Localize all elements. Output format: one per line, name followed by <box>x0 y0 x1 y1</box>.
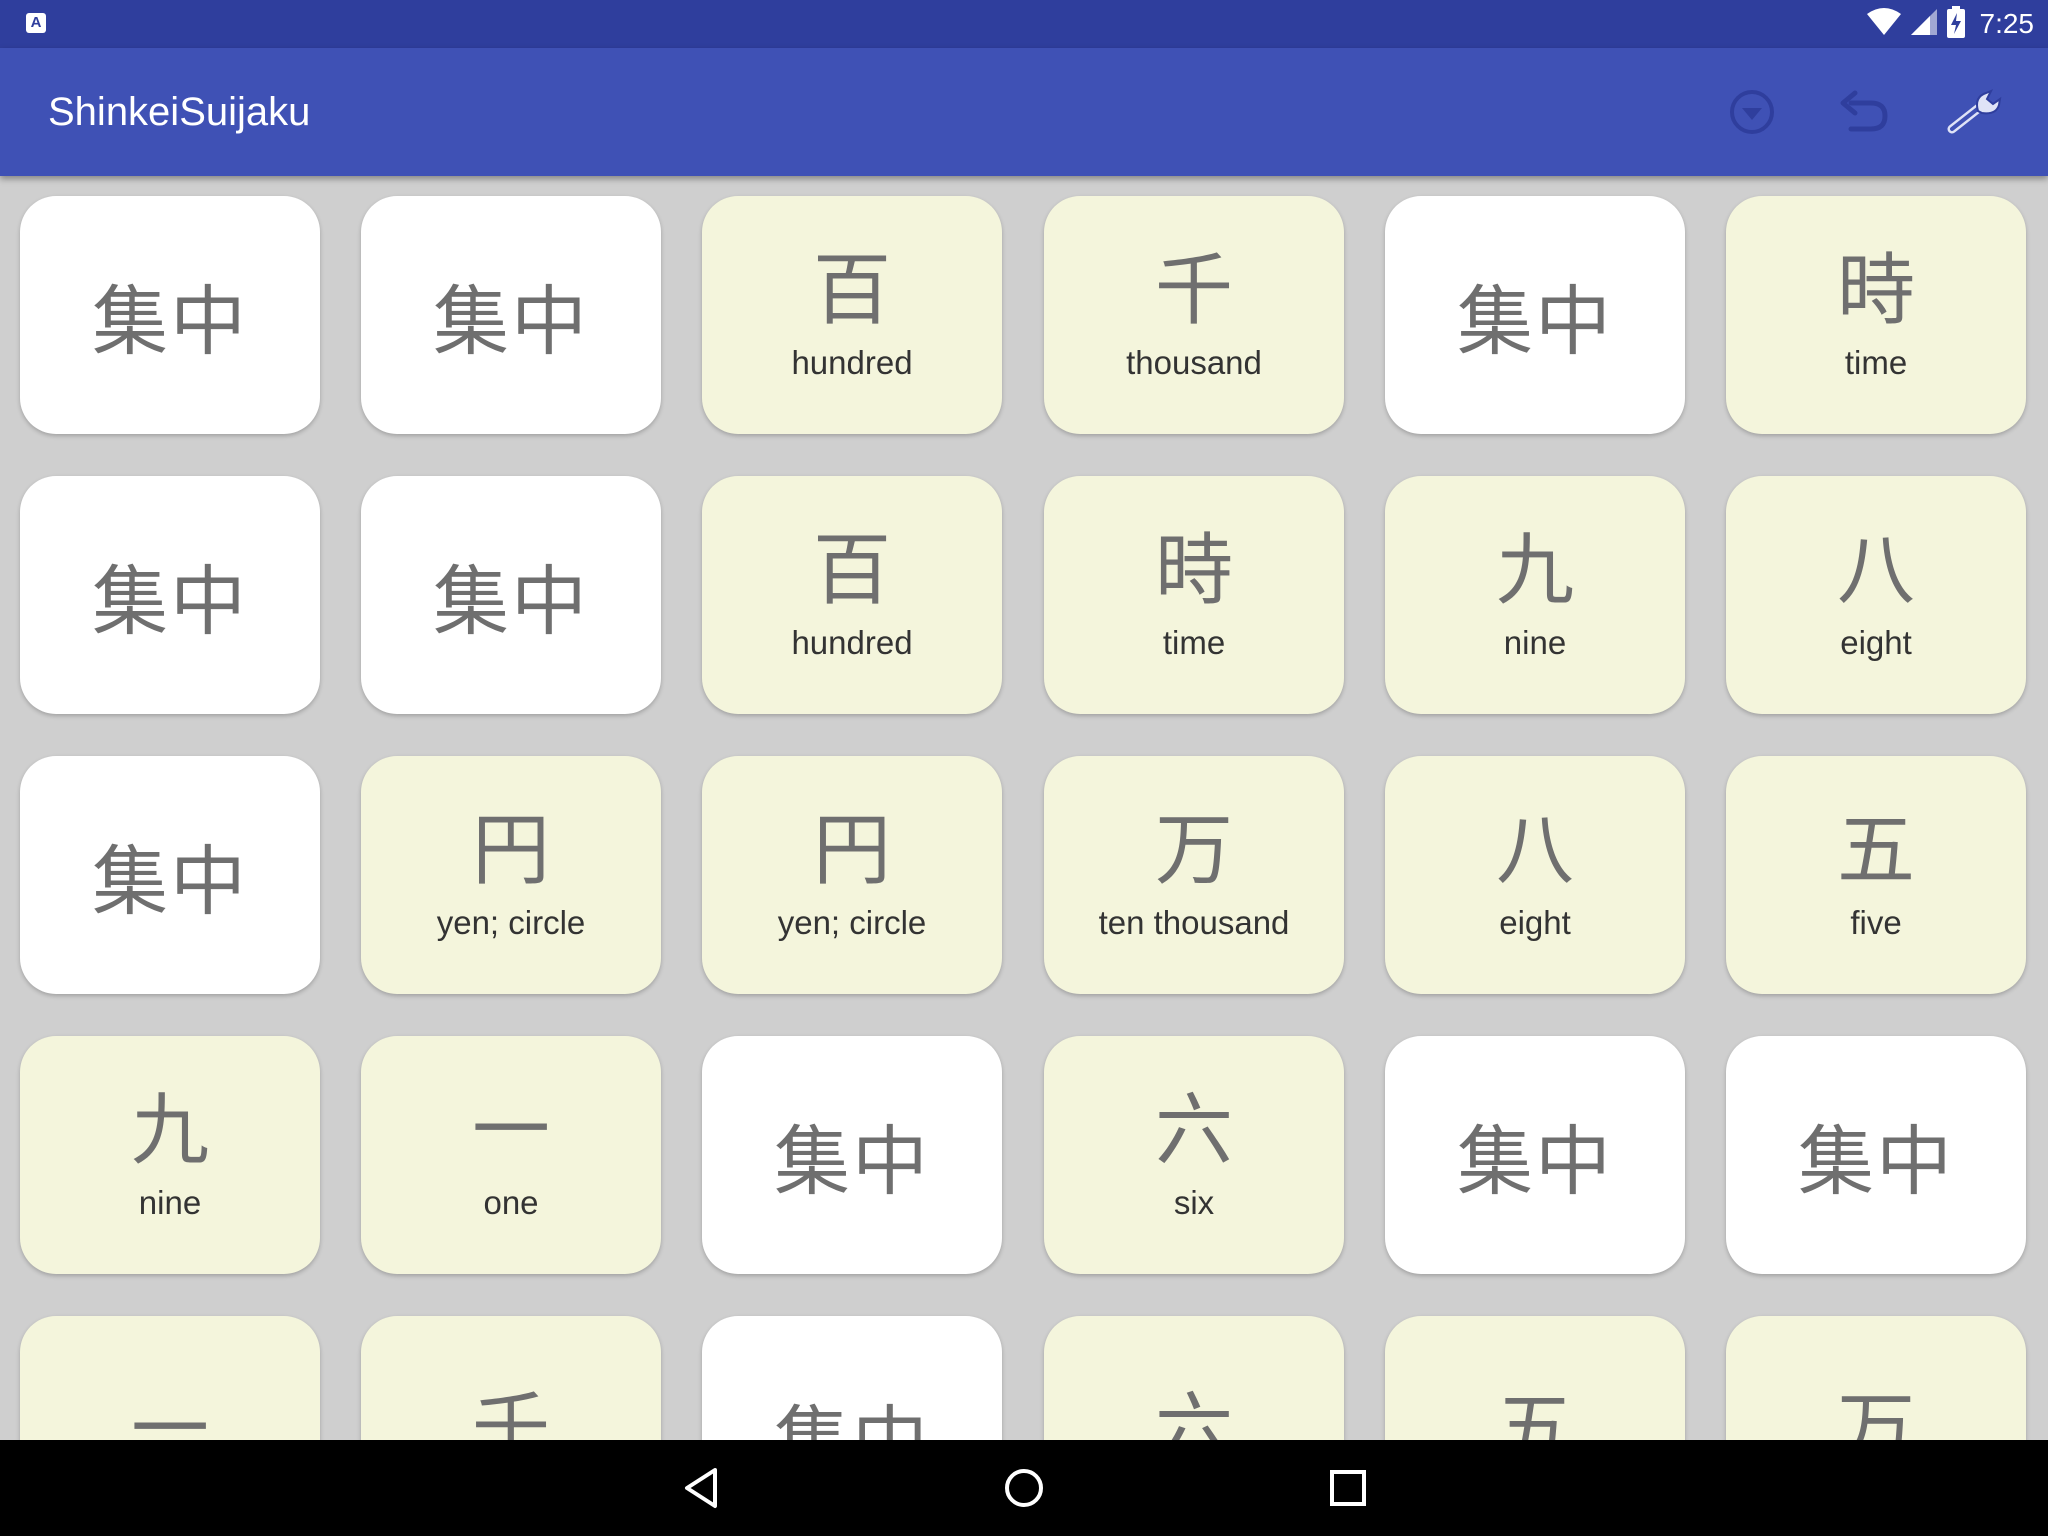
card-meaning: yen; circle <box>436 904 586 941</box>
card-face[interactable]: 六 six <box>1044 1036 1344 1274</box>
home-button[interactable] <box>996 1460 1052 1516</box>
card-meaning: hundred <box>791 624 913 661</box>
card-face[interactable]: 八 eight <box>1726 476 2026 714</box>
card-face[interactable]: 千 thousand <box>1044 196 1344 434</box>
card-kanji: 六 <box>1154 1086 1233 1176</box>
status-time: 7:25 <box>1979 8 2035 39</box>
card-kanji: 百 <box>812 526 891 616</box>
card-back[interactable]: 集中 <box>20 196 320 434</box>
card-meaning: nine <box>1503 624 1567 661</box>
navigation-bar <box>0 1440 2048 1536</box>
card-kanji: 時 <box>1836 246 1915 336</box>
card-kanji: 百 <box>812 246 891 336</box>
card-face[interactable]: 万 ten thousand <box>1044 756 1344 994</box>
card-back-label: 集中 <box>433 557 589 646</box>
card-back[interactable]: 集中 <box>1385 196 1685 434</box>
card-meaning: one <box>483 1184 539 1221</box>
card-meaning: thousand <box>1126 344 1262 381</box>
card-kanji: 九 <box>130 1086 209 1176</box>
card-meaning: time <box>1162 624 1226 661</box>
card-kanji: 円 <box>471 806 550 896</box>
app-title: ShinkeiSuijaku <box>48 90 311 134</box>
card-back[interactable]: 集中 <box>361 476 661 714</box>
card-face[interactable]: 一 one <box>361 1036 661 1274</box>
card-back-label: 集中 <box>433 277 589 366</box>
card-kanji: 六 <box>1154 1385 1233 1440</box>
card-back[interactable]: 集中 <box>702 1316 1002 1440</box>
card-back-label: 集中 <box>774 1117 930 1206</box>
card-kanji: 万 <box>1836 1385 1915 1440</box>
card-kanji: 一 <box>130 1385 209 1440</box>
card-meaning: hundred <box>791 344 913 381</box>
card-back[interactable]: 集中 <box>702 1036 1002 1274</box>
wrench-button[interactable] <box>1944 80 2008 144</box>
card-back[interactable]: 集中 <box>20 756 320 994</box>
recents-button[interactable] <box>1320 1460 1376 1516</box>
card-face[interactable]: 五 five <box>1726 756 2026 994</box>
card-face[interactable]: 時 time <box>1726 196 2026 434</box>
card-face[interactable]: 九 nine <box>1385 476 1685 714</box>
card-face[interactable]: 八 eight <box>1385 756 1685 994</box>
card-grid: 集中 集中百 hundred 千 thousand 集中時 time 集中 集中百 hundred… <box>0 176 2048 1440</box>
card-kanji: 五 <box>1495 1385 1574 1440</box>
card-back[interactable]: 集中 <box>20 476 320 714</box>
card-face[interactable]: 万 <box>1726 1316 2026 1440</box>
card-back-label: 集中 <box>92 277 248 366</box>
card-kanji: 円 <box>812 806 891 896</box>
card-meaning: nine <box>138 1184 202 1221</box>
card-back[interactable]: 集中 <box>1726 1036 2026 1274</box>
signal-icon <box>1910 8 1938 40</box>
card-kanji: 一 <box>471 1086 550 1176</box>
card-face[interactable]: 九 nine <box>20 1036 320 1274</box>
wrench-icon <box>1947 89 2002 134</box>
battery-charging-icon <box>1946 6 1966 42</box>
card-meaning: time <box>1844 344 1908 381</box>
card-back-label: 集中 <box>1798 1117 1954 1206</box>
home-icon <box>1005 1469 1043 1507</box>
app-bar: ShinkeiSuijaku <box>0 48 2048 176</box>
card-back[interactable]: 集中 <box>1385 1036 1685 1274</box>
card-meaning: five <box>1850 904 1902 941</box>
card-kanji: 万 <box>1154 806 1233 896</box>
recents-icon <box>1330 1470 1366 1506</box>
card-meaning: eight <box>1499 904 1571 941</box>
card-kanji: 八 <box>1836 526 1915 616</box>
card-back-label: 集中 <box>1457 277 1613 366</box>
card-back[interactable]: 集中 <box>361 196 661 434</box>
card-back-label: 集中 <box>774 1380 930 1440</box>
card-face[interactable]: 百 hundred <box>702 476 1002 714</box>
card-meaning: eight <box>1840 624 1912 661</box>
card-kanji: 千 <box>1154 246 1233 336</box>
card-back-label: 集中 <box>92 837 248 926</box>
back-icon <box>685 1468 717 1508</box>
card-kanji: 時 <box>1154 526 1233 616</box>
card-back-label: 集中 <box>1457 1117 1613 1206</box>
a-app-icon: A <box>26 13 46 33</box>
status-icons: 7:25 <box>1866 0 2035 48</box>
card-face[interactable]: 千 <box>361 1316 661 1440</box>
card-face[interactable]: 円 yen; circle <box>702 756 1002 994</box>
dropdown-circle-button[interactable] <box>1720 80 1784 144</box>
card-kanji: 八 <box>1495 806 1574 896</box>
wifi-icon <box>1866 7 1902 41</box>
card-face[interactable]: 一 <box>20 1316 320 1440</box>
card-face[interactable]: 百 hundred <box>702 196 1002 434</box>
card-kanji: 五 <box>1836 806 1915 896</box>
card-face[interactable]: 時 time <box>1044 476 1344 714</box>
dropdown-circle-icon <box>1730 90 1774 134</box>
card-face[interactable]: 円 yen; circle <box>361 756 661 994</box>
back-button[interactable] <box>673 1460 729 1516</box>
card-kanji: 千 <box>471 1385 550 1440</box>
card-back-label: 集中 <box>92 557 248 646</box>
card-meaning: yen; circle <box>777 904 927 941</box>
card-face[interactable]: 六 <box>1044 1316 1344 1440</box>
card-meaning: six <box>1173 1184 1215 1221</box>
undo-button[interactable] <box>1832 80 1896 144</box>
card-face[interactable]: 五 <box>1385 1316 1685 1440</box>
undo-icon <box>1840 90 1888 132</box>
card-kanji: 九 <box>1495 526 1574 616</box>
status-bar: A 7:25 <box>0 0 2048 48</box>
card-meaning: ten thousand <box>1098 904 1290 941</box>
